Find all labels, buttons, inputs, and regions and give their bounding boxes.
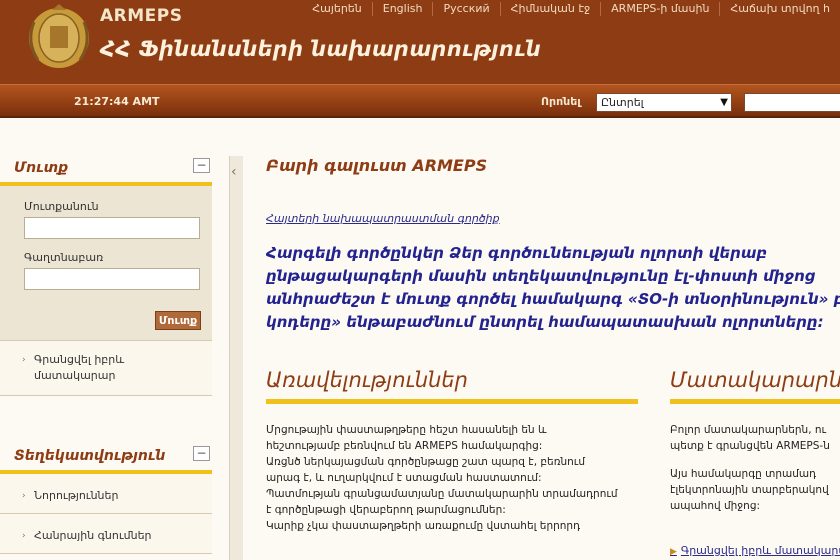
search-category-select[interactable]: Ընտրել ▼ [596,93,732,112]
nav-home[interactable]: Հիմնական էջ [499,2,600,16]
login-form: Մուտքանուն Գաղտնաբառ Մուտք [0,186,212,341]
sidebar: Մուտք − Մուտքանուն Գաղտնաբառ Մուտք › Գրա… [0,152,212,554]
suppliers-line: պետք է գրանցվեն ARMEPS-ն [670,440,830,452]
search-label: Որոնել [541,95,581,108]
advantages-line: Պատմության գրանցամատյանը մատակարարին տրա… [266,488,618,500]
chevron-left-icon: ‹ [231,164,237,180]
advantages-divider [266,399,638,404]
login-panel-title: Մուտք [14,160,69,176]
password-label: Գաղտնաբառ [24,251,104,264]
sidebar-item-news[interactable]: › Նորություններ [0,474,212,514]
intro-line: անհրաժեշտ է մուտք գործել համակարգ «ՏՕ-ի … [266,290,840,308]
advantages-text: Մրցութային փաստաթղթերը հեշտ հասանելի են … [266,422,638,534]
brand-name: ARMEPS [100,6,183,26]
suppliers-divider [670,399,840,404]
intro-notice: Հարգելի գործընկեր Ձեր գործունեության ոլո… [266,242,840,334]
login-button[interactable]: Մուտք [155,311,201,330]
armenia-coat-of-arms-logo [29,4,89,68]
login-panel-header: Մուտք − [0,152,212,186]
status-bar: 21:27:44 AMT Որոնել Ընտրել ▼ [0,84,840,118]
advantages-line: Առցնծ ներկայացման գործընթացը շատ պարզ է,… [266,456,586,468]
suppliers-line: էլեկտրոնային տարբերակով [670,484,829,496]
nav-russian[interactable]: Русский [432,2,499,16]
collapse-login-button[interactable]: − [193,158,210,173]
nav-about[interactable]: ARMEPS-ի մասին [600,2,719,16]
suppliers-line: ապահով միջոց: [670,500,761,512]
advantages-line: արագ է, և ուղարկվում է ստացման հաստատում… [266,472,542,484]
username-field[interactable] [24,217,200,239]
advantages-line: Կարիք չկա փաստաթղթերի առաքումը վստահել ե… [266,520,581,532]
info-panel-title: Տեղեկատվություն [14,448,166,464]
sidebar-item-news-label: Նորություններ [34,489,119,502]
top-navigation: Հայերեն English Русский Հիմնական էջ ARME… [302,2,840,16]
intro-line: ընթացակարգերի մասին տեղեկատվությունը էլ-… [266,267,816,285]
collapse-info-button[interactable]: − [193,446,210,461]
suppliers-register-link[interactable]: ▶ Գրանցվել իբրև մատակարար [670,544,840,557]
dropdown-arrow-icon: ▼ [720,97,728,108]
page-title: Բարի գալուստ ARMEPS [266,156,488,175]
bullet-icon: › [22,491,26,501]
intro-line: կոդերը» ենթաբաժնում ընտրել համապատասխան … [266,313,824,331]
nav-faq[interactable]: Հաճախ տրվող հ [719,2,840,16]
bullet-icon: › [22,355,26,365]
sidebar-item-public-procurement-label: Հանրային գնումներ [34,529,152,542]
arrow-bullet-icon: ▶ [670,547,677,557]
ministry-title: ՀՀ Ֆինանսների նախարարություն [100,37,541,61]
search-input[interactable] [744,93,840,112]
advantages-line: է գործընթացի վերաբերող թարմացումներ: [266,504,506,516]
nav-english[interactable]: English [371,2,433,16]
bullet-icon: › [22,531,26,541]
username-label: Մուտքանուն [24,200,99,213]
suppliers-heading: Մատակարարնե [670,368,840,392]
sidebar-item-public-procurement[interactable]: › Հանրային գնումներ [0,514,212,554]
advantages-line: հեշտությամբ բեռնվում են ARMEPS համակարգի… [266,440,543,452]
nav-armenian[interactable]: Հայերեն [302,2,371,16]
search-select-value: Ընտրել [601,96,644,109]
password-field[interactable] [24,268,200,290]
sidebar-toggle[interactable]: ‹ [229,156,243,560]
suppliers-register-label: Գրանցվել իբրև մատակարար [680,544,840,557]
register-supplier-link[interactable]: › Գրանցվել իբրև մատակարար [0,341,212,396]
register-supplier-label: Գրանցվել իբրև մատակարար [34,353,125,382]
suppliers-text: Բոլոր մատակարարներն, ու պետք է գրանցվեն … [670,422,840,526]
info-panel-header: Տեղեկատվություն − [0,440,212,474]
suppliers-line: Այս համակարգը տրամադ [670,468,817,480]
suppliers-line: Բոլոր մատակարարներն, ու [670,424,827,436]
clock: 21:27:44 AMT [74,95,160,108]
main-content: Բարի գալուստ ARMEPS Հայտերի նախապատրաստմ… [266,152,840,557]
advantages-line: Մրցութային փաստաթղթերը հեշտ հասանելի են … [266,424,547,436]
header: ARMEPS ՀՀ Ֆինանսների նախարարություն Հայե… [0,0,840,84]
bid-preparation-tool-link[interactable]: Հայտերի նախապատրաստման գործիք [266,212,500,225]
advantages-heading: Առավելություններ [266,368,468,392]
intro-line: Հարգելի գործընկեր Ձեր գործունեության ոլո… [266,244,768,262]
